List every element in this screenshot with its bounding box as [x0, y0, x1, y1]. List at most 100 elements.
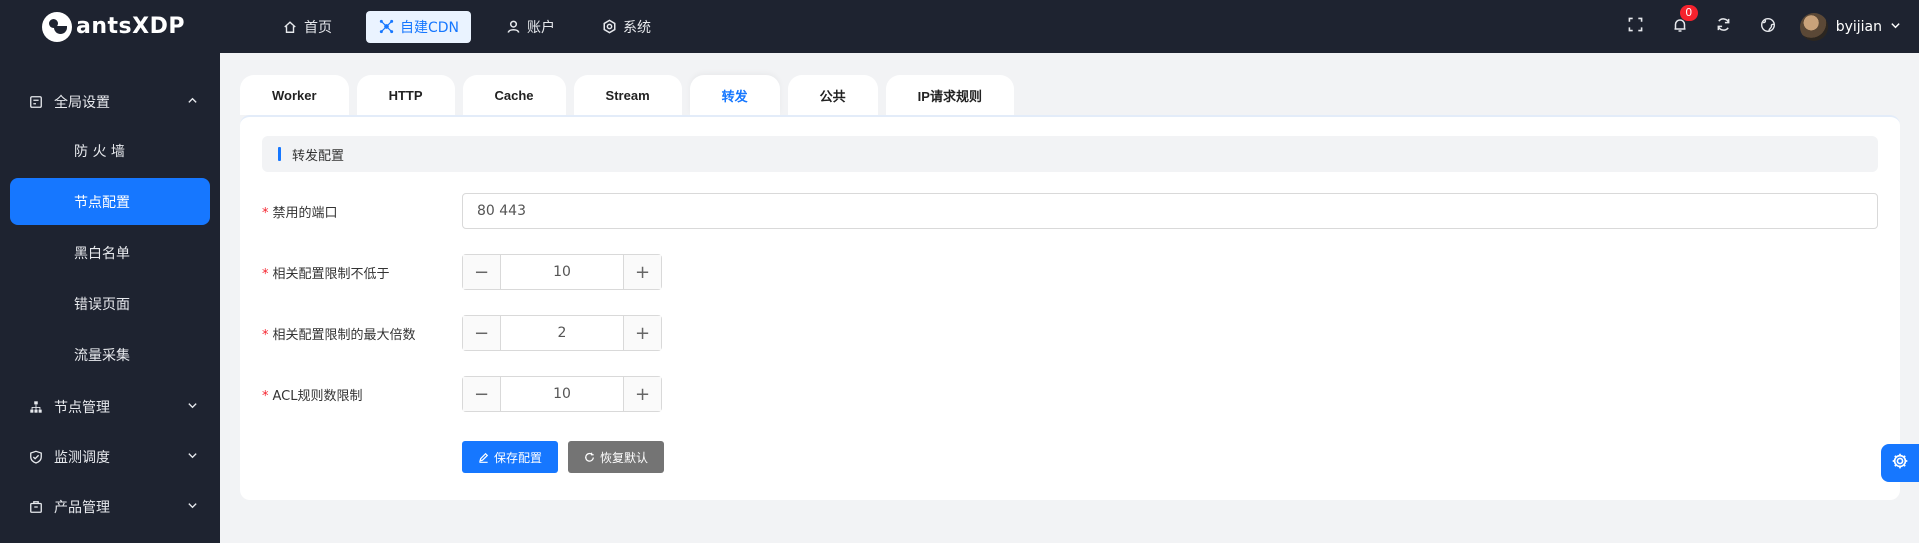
- form-row-min-limit: * 相关配置限制不低于 − 10 +: [262, 254, 662, 290]
- cdn-icon: [378, 19, 394, 35]
- notification-badge: 0: [1679, 5, 1698, 21]
- tab-worker[interactable]: Worker: [240, 75, 349, 115]
- refresh-icon: [584, 452, 595, 463]
- form-row-acl-limit: * ACL规则数限制 − 10 +: [262, 376, 662, 412]
- edit-icon: [478, 452, 489, 463]
- sidebar-item-label: 流量采集: [74, 347, 130, 364]
- chevron-down-icon: [187, 499, 198, 515]
- language-button[interactable]: [1746, 0, 1790, 53]
- nav-home[interactable]: 首页: [270, 11, 344, 43]
- field-label: * ACL规则数限制: [262, 388, 363, 404]
- logo-icon: [42, 11, 72, 42]
- increment-button[interactable]: +: [623, 316, 661, 350]
- form-row-max-multiple: * 相关配置限制的最大倍数 − 2 +: [262, 315, 662, 351]
- sidebar-item-label: 防 火 墙: [74, 143, 125, 160]
- header-actions: 0 byijian: [1614, 0, 1919, 53]
- acl-limit-input[interactable]: 10: [501, 377, 623, 411]
- grid-icon: [50, 349, 62, 361]
- tab-cache[interactable]: Cache: [462, 75, 566, 115]
- sidebar-group-node-management[interactable]: 节点管理: [0, 382, 220, 432]
- tab-stream[interactable]: Stream: [573, 75, 682, 115]
- plus-icon: +: [634, 261, 651, 283]
- tab-http[interactable]: HTTP: [356, 75, 455, 115]
- increment-button[interactable]: +: [623, 377, 661, 411]
- sidebar-group-label: 节点管理: [54, 400, 110, 416]
- form-actions: 保存配置 恢复默认: [462, 441, 665, 473]
- section-title: 转发配置: [292, 148, 345, 164]
- floating-settings-button[interactable]: [1881, 444, 1919, 482]
- plus-icon: +: [634, 322, 651, 344]
- tab-public[interactable]: 公共: [787, 75, 878, 115]
- sidebar-group-global-settings[interactable]: 全局设置: [0, 77, 220, 127]
- notifications-button[interactable]: 0: [1658, 0, 1702, 53]
- nav-cdn[interactable]: 自建CDN: [366, 10, 472, 43]
- chevron-down-icon: [187, 399, 198, 415]
- package-icon: [28, 499, 44, 515]
- sidebar-item-firewall[interactable]: 防 火 墙: [10, 127, 210, 174]
- plus-icon: +: [634, 383, 651, 405]
- sidebar: 全局设置 防 火 墙 节点配置 黑白名单 错误页面 流量采集 节点管理 监测调度…: [0, 53, 220, 543]
- avatar: [1799, 12, 1828, 41]
- section-header: 转发配置: [262, 136, 1878, 172]
- chevron-down-icon: [1890, 19, 1901, 35]
- gear-icon: [1891, 452, 1909, 474]
- settings-panel-icon: [28, 94, 44, 110]
- settings-icon: [601, 19, 617, 35]
- restore-default-button[interactable]: 恢复默认: [568, 441, 665, 473]
- brand-name: antsXDP: [76, 14, 185, 39]
- grid-icon: [50, 247, 62, 259]
- sidebar-item-label: 节点配置: [74, 194, 130, 211]
- section-accent-bar: [278, 147, 281, 161]
- sidebar-item-traffic-collection[interactable]: 流量采集: [10, 331, 210, 378]
- acl-limit-stepper: − 10 +: [462, 376, 662, 412]
- fullscreen-icon: [1628, 17, 1643, 36]
- nav-account-label: 账户: [527, 19, 556, 36]
- increment-button[interactable]: +: [623, 255, 661, 289]
- nav-home-label: 首页: [304, 19, 332, 36]
- nav-system[interactable]: 系统: [589, 11, 663, 43]
- minus-icon: −: [473, 322, 490, 344]
- sidebar-item-error-pages[interactable]: 错误页面: [10, 280, 210, 327]
- nav-cdn-label: 自建CDN: [400, 19, 460, 36]
- refresh-icon: [1716, 17, 1731, 36]
- decrement-button[interactable]: −: [463, 377, 501, 411]
- decrement-button[interactable]: −: [463, 255, 501, 289]
- tab-ip-request-rules[interactable]: IP请求规则: [885, 75, 1014, 115]
- globe-icon: [1760, 17, 1776, 37]
- config-tabs: Worker HTTP Cache Stream 转发 公共 IP请求规则: [240, 75, 1022, 115]
- banned-ports-input[interactable]: 80 443: [462, 193, 1878, 229]
- sitemap-icon: [28, 399, 44, 415]
- grid-icon: [50, 145, 62, 157]
- save-config-button[interactable]: 保存配置: [462, 441, 559, 473]
- sidebar-item-black-white-list[interactable]: 黑白名单: [10, 229, 210, 276]
- chevron-up-icon: [187, 94, 198, 110]
- save-config-label: 保存配置: [494, 450, 543, 465]
- minus-icon: −: [473, 383, 490, 405]
- top-nav: 首页 自建CDN 账户 系统: [270, 10, 685, 43]
- sidebar-group-monitoring[interactable]: 监测调度: [0, 432, 220, 482]
- field-label: * 禁用的端口: [262, 205, 338, 221]
- tab-forward[interactable]: 转发: [689, 75, 780, 115]
- min-limit-input[interactable]: 10: [501, 255, 623, 289]
- user-menu[interactable]: byijian: [1799, 12, 1901, 41]
- sidebar-item-label: 黑白名单: [74, 245, 130, 262]
- min-limit-stepper: − 10 +: [462, 254, 662, 290]
- sidebar-item-node-config[interactable]: 节点配置: [10, 178, 210, 225]
- sidebar-group-label: 监测调度: [54, 450, 110, 466]
- max-multiple-stepper: − 2 +: [462, 315, 662, 351]
- nav-account[interactable]: 账户: [493, 11, 567, 43]
- fullscreen-button[interactable]: [1614, 0, 1658, 53]
- sidebar-group-product-management[interactable]: 产品管理: [0, 482, 220, 532]
- brand-logo[interactable]: antsXDP: [42, 11, 242, 42]
- field-label: * 相关配置限制不低于: [262, 266, 390, 282]
- config-card: 转发配置 * 禁用的端口 80 443 * 相关配置限制不低于 − 10 + * 相关…: [240, 115, 1900, 500]
- sidebar-group-label: 全局设置: [54, 95, 110, 111]
- home-icon: [282, 19, 298, 35]
- grid-icon: [50, 298, 62, 310]
- top-bar: antsXDP 首页 自建CDN 账户 系统 0 byijian: [0, 0, 1919, 53]
- grid-icon: [50, 196, 62, 208]
- max-multiple-input[interactable]: 2: [501, 316, 623, 350]
- decrement-button[interactable]: −: [463, 316, 501, 350]
- refresh-button[interactable]: [1702, 0, 1746, 53]
- minus-icon: −: [473, 261, 490, 283]
